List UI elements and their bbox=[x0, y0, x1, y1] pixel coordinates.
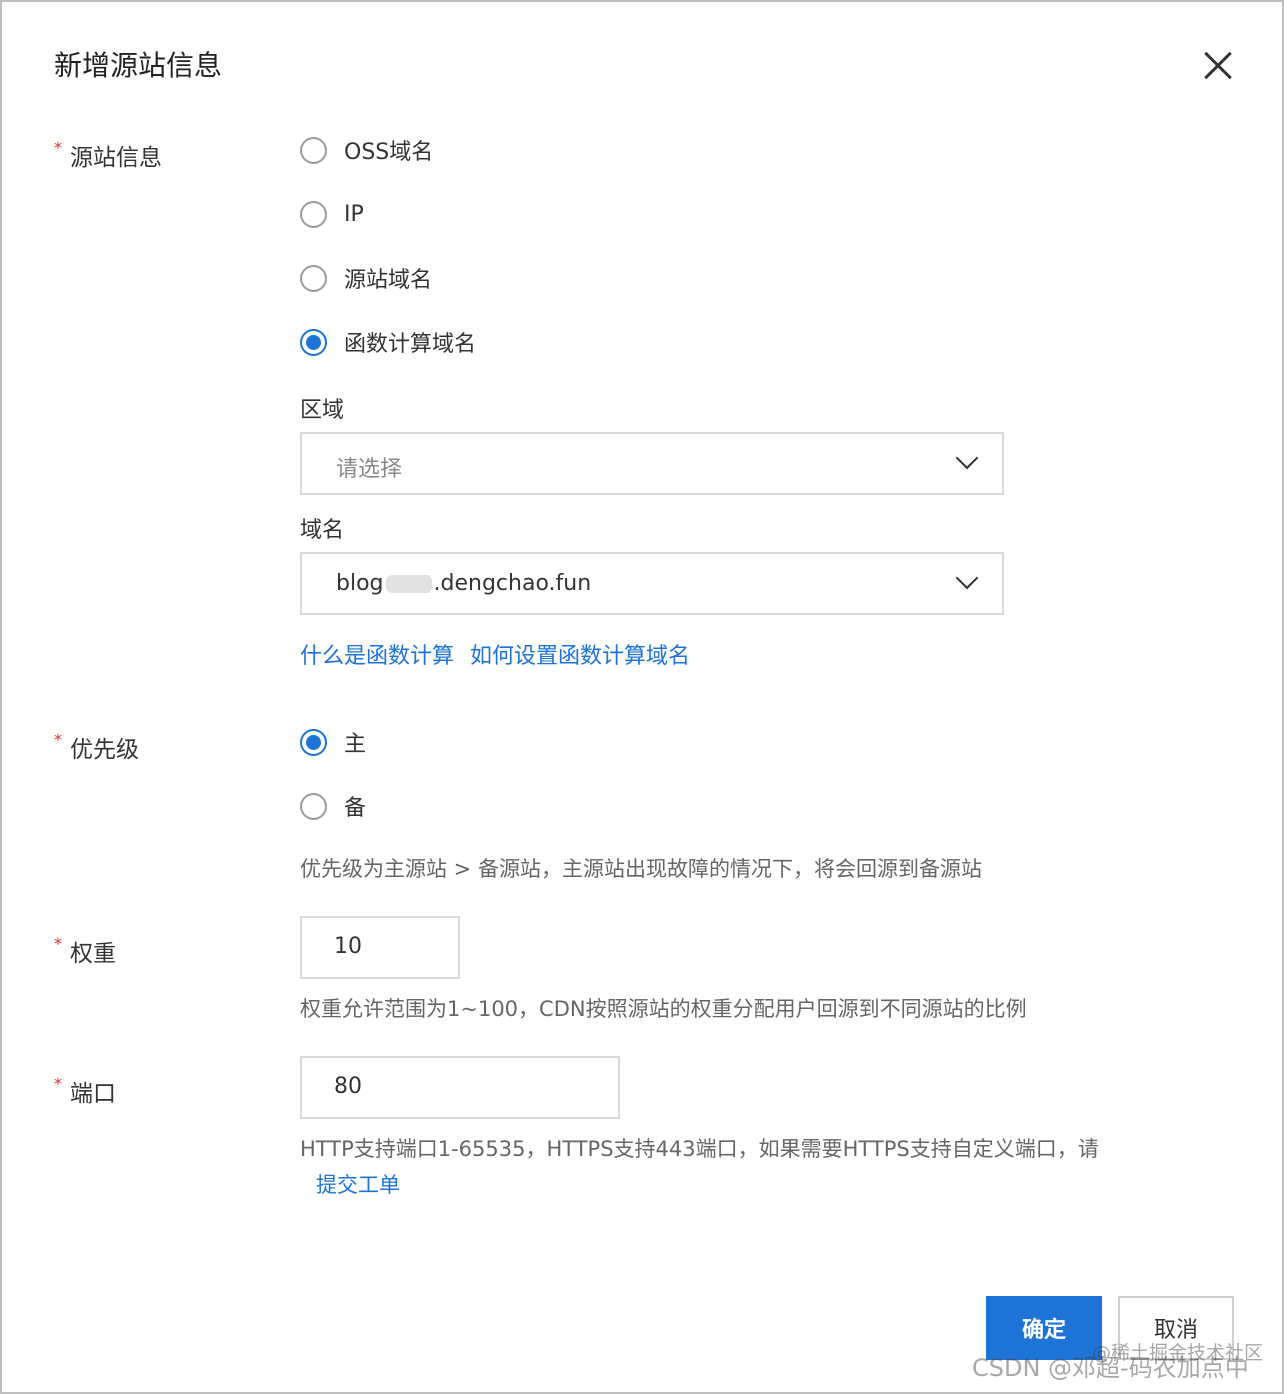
redacted-blur bbox=[385, 575, 432, 593]
origin-info-label: * 源站信息 bbox=[54, 138, 162, 171]
region-placeholder: 请选择 bbox=[336, 457, 403, 482]
weight-help: 权重允许范围为1~100，CDN按照源站的权重分配用户回源到不同源站的比例 bbox=[300, 997, 1027, 1021]
radio-label: 源站域名 bbox=[344, 268, 433, 293]
region-label: 区域 bbox=[300, 398, 345, 423]
dialog-title: 新增源站信息 bbox=[54, 49, 223, 82]
csdn-watermark: CSDN @邓超-码农加点中 bbox=[972, 1354, 1249, 1382]
weight-input[interactable] bbox=[300, 916, 460, 979]
help-links: 什么是函数计算 如何设置函数计算域名 bbox=[300, 638, 706, 670]
port-help-link-row: 提交工单 bbox=[316, 1169, 400, 1199]
radio-priority-backup[interactable]: 备 bbox=[300, 791, 366, 821]
radio-circle-icon bbox=[300, 792, 327, 820]
radio-priority-primary[interactable]: 主 bbox=[300, 727, 366, 757]
required-mark: * bbox=[54, 138, 62, 157]
radio-checked-icon bbox=[300, 328, 327, 356]
required-mark: * bbox=[54, 1074, 62, 1093]
radio-label: IP bbox=[344, 201, 364, 227]
priority-label: * 优先级 bbox=[54, 730, 139, 763]
port-label: * 端口 bbox=[54, 1074, 116, 1107]
close-icon[interactable] bbox=[1198, 46, 1238, 86]
radio-label: 主 bbox=[344, 732, 367, 757]
add-origin-dialog: 新增源站信息 * 源站信息 OSS域名 IP 源站域名 函数计算域名 区域 请选择… bbox=[0, 0, 1284, 1394]
region-select[interactable]: 请选择 bbox=[300, 432, 1004, 495]
weight-label: * 权重 bbox=[54, 934, 116, 967]
required-mark: * bbox=[54, 730, 62, 749]
radio-function-compute-domain[interactable]: 函数计算域名 bbox=[300, 327, 476, 357]
domain-label: 域名 bbox=[300, 518, 345, 543]
radio-circle-icon bbox=[300, 264, 327, 292]
port-help: HTTP支持端口1-65535，HTTPS支持443端口，如果需要HTTPS支持… bbox=[300, 1137, 1099, 1161]
link-how-to-set-function-domain[interactable]: 如何设置函数计算域名 bbox=[470, 644, 690, 669]
radio-ip[interactable]: IP bbox=[300, 199, 364, 229]
domain-select[interactable]: blog .dengchao.fun bbox=[300, 552, 1004, 615]
submit-ticket-link[interactable]: 提交工单 bbox=[316, 1173, 400, 1197]
radio-label: 函数计算域名 bbox=[344, 332, 477, 357]
port-field[interactable] bbox=[334, 1074, 587, 1099]
chevron-down-icon bbox=[956, 450, 978, 472]
radio-origin-domain[interactable]: 源站域名 bbox=[300, 263, 432, 293]
required-mark: * bbox=[54, 934, 62, 953]
port-input[interactable] bbox=[300, 1056, 620, 1119]
priority-help: 优先级为主源站 > 备源站，主源站出现故障的情况下，将会回源到备源站 bbox=[300, 857, 982, 881]
radio-oss-domain[interactable]: OSS域名 bbox=[300, 135, 433, 165]
weight-field[interactable] bbox=[334, 934, 459, 959]
domain-value: blog .dengchao.fun bbox=[336, 571, 592, 596]
radio-label: OSS域名 bbox=[344, 140, 434, 165]
radio-label: 备 bbox=[344, 796, 367, 821]
radio-circle-icon bbox=[300, 200, 327, 228]
link-what-is-function-compute[interactable]: 什么是函数计算 bbox=[300, 644, 454, 669]
radio-checked-icon bbox=[300, 728, 327, 756]
chevron-down-icon bbox=[956, 570, 978, 592]
radio-circle-icon bbox=[300, 136, 327, 164]
